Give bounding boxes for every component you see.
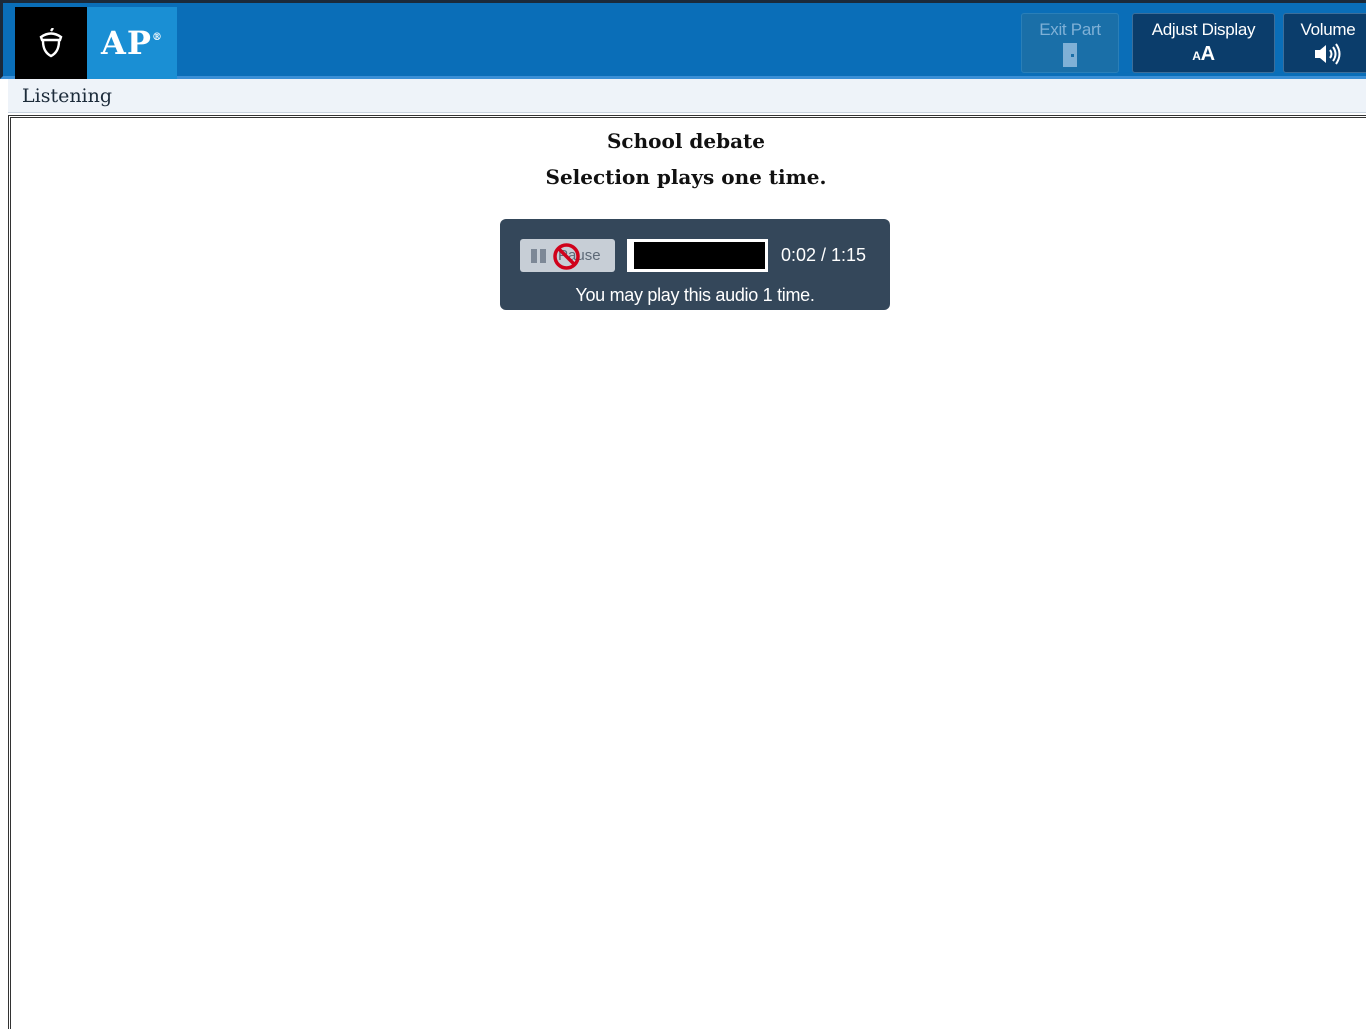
audio-play-limit-note: You may play this audio 1 time. [575, 285, 815, 305]
registered-mark: ® [151, 31, 163, 43]
page-title: School debate [606, 129, 766, 153]
door-exit-icon [1022, 42, 1118, 68]
exit-part-button[interactable]: Exit Part [1021, 13, 1119, 73]
text-size-icon: AA [1192, 43, 1215, 65]
speaker-volume-icon [1284, 42, 1366, 68]
volume-button[interactable]: Volume [1283, 13, 1366, 73]
top-bar: AP ® Exit Part Adjust Display AA Volume [0, 0, 1366, 79]
no-entry-icon [553, 243, 580, 270]
volume-label: Volume [1300, 20, 1356, 39]
audio-time-display: 0:02 / 1:15 [781, 245, 867, 265]
page-subtitle: Selection plays one time. [545, 165, 827, 189]
exit-part-label: Exit Part [1039, 20, 1101, 39]
audio-progress-bar [627, 239, 768, 272]
adjust-display-button[interactable]: Adjust Display AA [1132, 13, 1275, 73]
audio-progress-fill [630, 242, 634, 269]
ap-logo-text: AP [101, 24, 152, 62]
pause-button[interactable]: Pause [520, 239, 615, 272]
ap-logo: AP ® [87, 7, 177, 79]
acorn-icon [15, 7, 87, 79]
section-label: Listening [22, 85, 113, 107]
pause-icon [531, 249, 546, 263]
section-bar: Listening [8, 79, 1366, 113]
audio-player: Pause 0:02 / 1:15 You may play this audi… [500, 219, 890, 310]
adjust-display-label: Adjust Display [1151, 20, 1256, 39]
